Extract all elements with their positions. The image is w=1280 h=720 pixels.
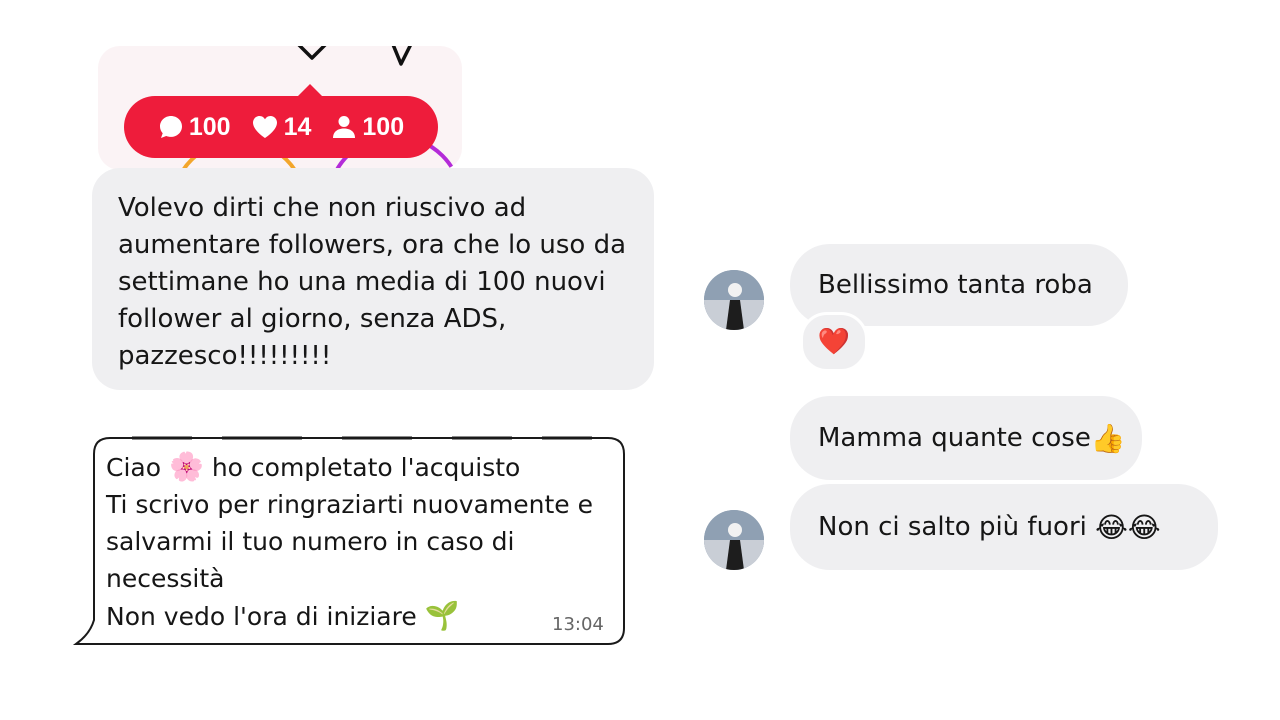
avatar[interactable] bbox=[704, 510, 764, 570]
chat-message-bubble: Non ci salto più fuori 😂😂 bbox=[790, 484, 1218, 570]
person-icon bbox=[333, 116, 356, 138]
avatar[interactable] bbox=[704, 270, 764, 330]
heart-outline-icon bbox=[297, 46, 327, 60]
laughing-emoji: 😂😂 bbox=[1095, 510, 1161, 544]
message-line: pazzesco!!!!!!!!! bbox=[118, 341, 332, 371]
message-line: follower al giorno, senza ADS, bbox=[118, 304, 507, 334]
message-text: Mamma quante cose bbox=[818, 423, 1091, 453]
message-line: settimane ho una media di 100 nuovi bbox=[118, 267, 606, 297]
heart-icon bbox=[252, 116, 277, 138]
likes-count-value: 14 bbox=[283, 112, 312, 141]
avatar-photo bbox=[704, 270, 764, 330]
message-line: Volevo dirti che non riuscivo ad bbox=[118, 193, 527, 223]
message-timestamp: 13:04 bbox=[552, 614, 604, 635]
likes-count: 14 bbox=[251, 112, 312, 142]
reaction-badge[interactable]: ❤️ bbox=[800, 312, 868, 372]
message-line: aumentare followers, ora che lo uso da bbox=[118, 230, 627, 260]
message-text: Bellissimo tanta roba bbox=[818, 270, 1093, 300]
chat-message-bubble: Mamma quante cose 👍 bbox=[790, 396, 1142, 480]
message-line: Ciao 🌸 ho completato l'acquisto bbox=[106, 448, 606, 486]
comments-count-value: 100 bbox=[188, 112, 231, 141]
incoming-message-bubble: Volevo dirti che non riuscivo ad aumenta… bbox=[92, 168, 654, 390]
activity-notification-pill[interactable]: 100 14 100 bbox=[124, 96, 438, 158]
message-line: necessità bbox=[106, 564, 225, 593]
comment-bubble-icon bbox=[159, 116, 182, 138]
purchase-text: ho completato l'acquisto bbox=[211, 453, 521, 482]
message-line: Ti scrivo per ringraziarti nuovamente e bbox=[106, 490, 593, 519]
greeting-text: Ciao bbox=[106, 453, 162, 482]
avatar-photo bbox=[704, 510, 764, 570]
followers-count: 100 bbox=[331, 113, 404, 142]
heart-reaction-emoji: ❤️ bbox=[817, 327, 851, 357]
message-line: salvarmi il tuo numero in caso di bbox=[106, 527, 515, 556]
followers-count-value: 100 bbox=[362, 112, 405, 141]
thumbs-up-emoji: 👍 bbox=[1090, 421, 1126, 455]
blossom-emoji: 🌸 bbox=[168, 450, 204, 483]
comments-count: 100 bbox=[158, 113, 231, 142]
message-line: Non vedo l'ora di iniziare 🌱 bbox=[106, 597, 606, 635]
seedling-emoji: 🌱 bbox=[424, 599, 460, 632]
whatsapp-message-text: Ciao 🌸 ho completato l'acquisto Ti scriv… bbox=[106, 448, 606, 635]
message-text: Non ci salto più fuori bbox=[818, 512, 1087, 542]
share-icon bbox=[391, 46, 412, 66]
closing-text: Non vedo l'ora di iniziare bbox=[106, 602, 417, 631]
